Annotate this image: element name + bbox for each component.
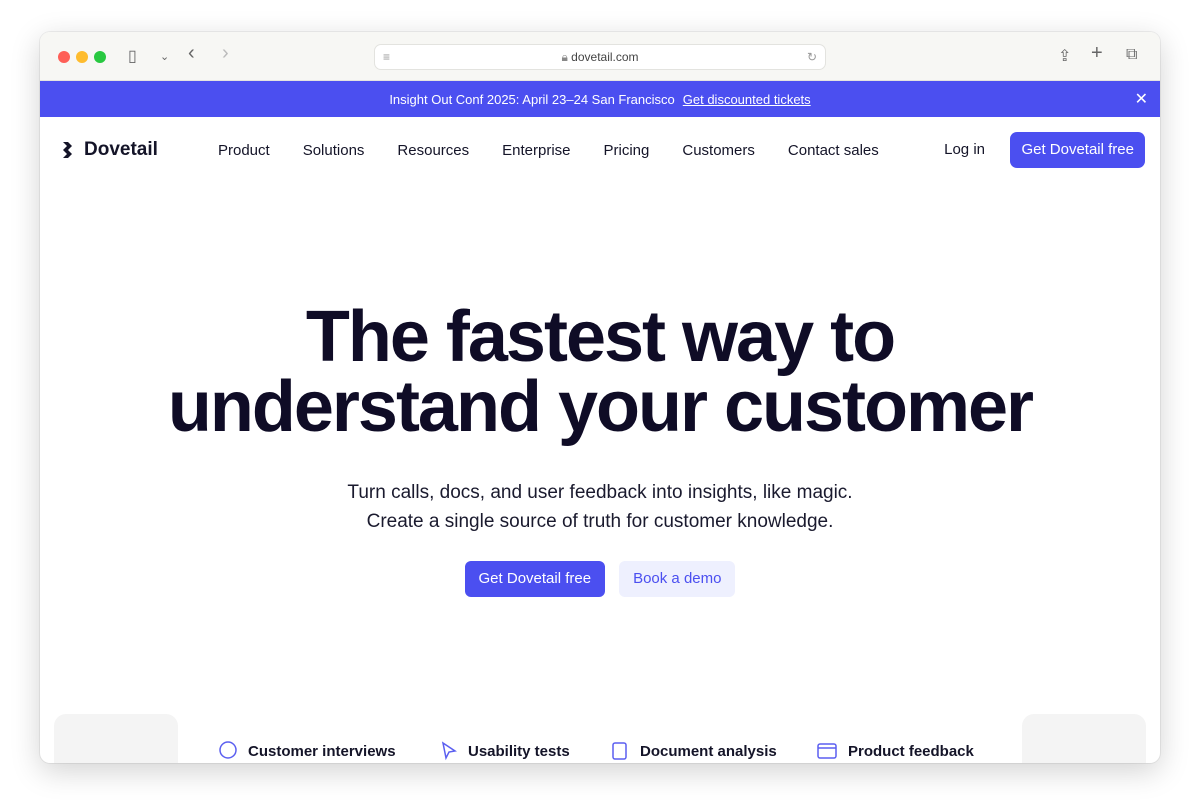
nav-customers[interactable]: Customers — [682, 142, 755, 159]
close-icon[interactable]: ✕ — [1135, 89, 1148, 109]
browser-window-icon — [817, 743, 837, 759]
side-card-left — [54, 714, 178, 763]
tab-document-analysis[interactable]: Document analysis — [610, 741, 777, 761]
tabs-overview-icon[interactable]: ⧉ — [1126, 46, 1137, 64]
nav-enterprise[interactable]: Enterprise — [502, 142, 570, 159]
logo[interactable]: Dovetail — [62, 139, 158, 161]
login-link[interactable]: Log in — [944, 141, 985, 158]
browser-window: ▯ ⌄ ‹ › ≡ 🔒︎ dovetail.com ↻ ⇪ + ⧉ Insigh… — [40, 32, 1160, 763]
hero-get-started-button[interactable]: Get Dovetail free — [464, 561, 606, 597]
document-icon — [612, 742, 627, 760]
logo-text: Dovetail — [84, 139, 158, 160]
chat-bubble-icon — [219, 741, 237, 759]
tab-usability-tests[interactable]: Usability tests — [440, 741, 570, 761]
url-text: dovetail.com — [571, 50, 639, 64]
main-nav: Dovetail Product Solutions Resources Ent… — [40, 117, 1160, 183]
back-icon[interactable]: ‹ — [188, 42, 195, 65]
reader-icon: ≡ — [383, 50, 391, 64]
announcement-banner: Insight Out Conf 2025: April 23–24 San F… — [40, 81, 1160, 117]
use-case-tabs: Customer interviews Usability tests Docu… — [178, 714, 1022, 763]
book-demo-button[interactable]: Book a demo — [619, 561, 736, 597]
chevron-down-icon[interactable]: ⌄ — [160, 50, 169, 63]
new-tab-icon[interactable]: + — [1091, 42, 1103, 65]
share-icon[interactable]: ⇪ — [1058, 46, 1071, 66]
nav-pricing[interactable]: Pricing — [604, 142, 650, 159]
hero-subtitle-line-1: Turn calls, docs, and user feedback into… — [347, 482, 853, 503]
tab-label: Document analysis — [640, 742, 777, 760]
sidebar-icon[interactable]: ▯ — [128, 46, 137, 66]
minimize-window-button[interactable] — [76, 51, 88, 63]
maximize-window-button[interactable] — [94, 51, 106, 63]
get-dovetail-free-button[interactable]: Get Dovetail free — [1010, 132, 1145, 168]
dovetail-logo-icon — [63, 142, 72, 158]
banner-text: Insight Out Conf 2025: April 23–24 San F… — [389, 91, 675, 107]
forward-icon[interactable]: › — [222, 42, 229, 65]
hero-subtitle-line-2: Create a single source of truth for cust… — [366, 511, 834, 532]
banner-link[interactable]: Get discounted tickets — [683, 92, 811, 107]
nav-solutions[interactable]: Solutions — [303, 142, 365, 159]
close-window-button[interactable] — [58, 51, 70, 63]
tab-label: Customer interviews — [248, 742, 396, 760]
address-bar[interactable]: ≡ 🔒︎ dovetail.com ↻ — [374, 44, 826, 70]
nav-contact-sales[interactable]: Contact sales — [788, 142, 879, 159]
side-card-right — [1022, 714, 1146, 763]
hero-title: The fastest way to understand your custom… — [40, 301, 1160, 443]
tab-product-feedback[interactable]: Product feedback — [816, 741, 974, 761]
tab-label: Usability tests — [468, 742, 570, 760]
tab-label: Product feedback — [848, 742, 974, 760]
tab-customer-interviews[interactable]: Customer interviews — [218, 741, 396, 761]
browser-toolbar: ▯ ⌄ ‹ › ≡ 🔒︎ dovetail.com ↻ ⇪ + ⧉ — [40, 32, 1160, 81]
nav-resources[interactable]: Resources — [397, 142, 469, 159]
hero-title-line-1: The fastest way to — [305, 297, 896, 377]
hero-subtitle: Turn calls, docs, and user feedback into… — [40, 478, 1160, 536]
nav-product[interactable]: Product — [218, 142, 270, 159]
lock-icon: 🔒︎ — [561, 50, 568, 64]
reload-icon[interactable]: ↻ — [807, 45, 817, 69]
cursor-icon — [441, 741, 457, 761]
hero-title-line-2: understand your customer — [167, 367, 1034, 447]
